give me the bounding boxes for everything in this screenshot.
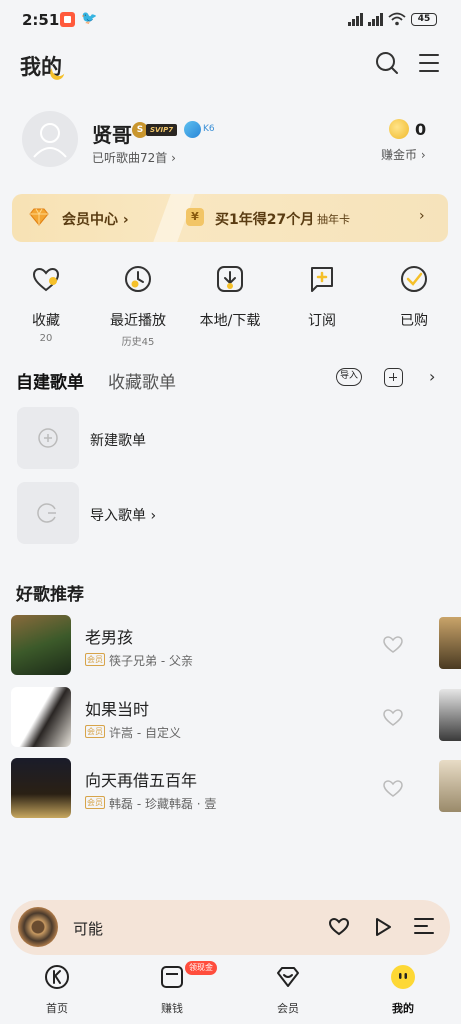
app-notification-icon <box>60 12 75 27</box>
quick-action-sub: 历史45 <box>121 337 155 348</box>
song-title[interactable]: 老男孩 <box>85 624 133 648</box>
mini-player-title[interactable]: 可能 <box>73 918 103 939</box>
cash-badge[interactable]: 领现金 <box>185 961 217 975</box>
chevron-right-icon[interactable]: › <box>419 208 425 224</box>
nav-mine[interactable]: 我的 <box>373 964 433 1016</box>
song-title[interactable]: 如果当时 <box>85 696 149 720</box>
notification-bird-icon: 🐦 <box>81 11 98 26</box>
purchased-icon <box>401 266 427 292</box>
song-cover[interactable] <box>11 615 71 675</box>
status-time: 2:51 <box>22 11 60 29</box>
song-artist: 韩磊 - 珍藏韩磊 · 壹 <box>109 797 217 811</box>
tab-fav-playlists[interactable]: 收藏歌单 <box>108 368 176 393</box>
vip-diamond-icon <box>277 967 299 987</box>
default-avatar-icon <box>33 123 67 158</box>
song-cover[interactable] <box>11 687 71 747</box>
song-artist: 筷子兄弟 - 父亲 <box>109 654 193 668</box>
song-cover[interactable] <box>11 758 71 818</box>
import-playlist-label[interactable]: 导入歌单 › <box>90 505 156 525</box>
battery-indicator: 45 <box>411 12 437 26</box>
nav-label: 我的 <box>392 1002 414 1015</box>
heart-icon <box>32 267 60 292</box>
heart-icon[interactable] <box>382 778 404 798</box>
import-circle-icon <box>37 503 56 523</box>
wifi-icon <box>388 12 406 26</box>
play-icon[interactable] <box>373 916 393 938</box>
coin-count[interactable]: 0 <box>415 120 426 139</box>
subscribe-icon <box>311 267 333 292</box>
vip-center-link[interactable]: 会员中心 › <box>62 209 129 229</box>
nav-label: 首页 <box>46 1002 68 1015</box>
plus-circle-icon <box>38 428 58 448</box>
home-k-icon <box>45 965 69 989</box>
heart-icon[interactable] <box>382 634 404 654</box>
download-icon <box>217 266 243 292</box>
quick-action-sub: 20 <box>39 333 53 344</box>
k-level-icon[interactable] <box>184 121 201 138</box>
vip-tag: 会员 <box>85 653 105 666</box>
add-playlist-button[interactable] <box>384 368 403 387</box>
quick-action-download[interactable]: 本地/下载 <box>190 264 270 330</box>
playlist-icon[interactable] <box>413 916 435 936</box>
svip-badge[interactable]: SVIP7 <box>146 124 178 136</box>
nav-vip[interactable]: 会员 <box>258 964 318 1016</box>
heart-icon[interactable] <box>328 916 350 936</box>
nav-label: 赚钱 <box>161 1002 183 1015</box>
quick-action-subscribe[interactable]: 订阅 <box>282 264 362 330</box>
profile-face-icon <box>391 965 415 989</box>
avatar[interactable] <box>22 111 78 167</box>
nav-label: 会员 <box>277 1002 299 1015</box>
quick-action-recent[interactable]: 最近播放 历史45 <box>98 264 178 348</box>
import-playlist-thumb[interactable] <box>17 482 79 544</box>
song-artist: 许嵩 - 自定义 <box>109 726 181 740</box>
signal-icon <box>368 12 383 26</box>
nav-home[interactable]: 首页 <box>27 964 87 1016</box>
quick-action-label: 本地/下载 <box>199 313 261 329</box>
wallet-icon <box>161 966 183 988</box>
song-cover[interactable] <box>439 760 461 812</box>
earn-coin-link[interactable]: 赚金币 › <box>381 146 426 163</box>
import-button[interactable]: 导入 <box>336 368 362 386</box>
new-playlist-thumb[interactable] <box>17 407 79 469</box>
listen-count-link[interactable]: 已听歌曲72首 › <box>92 149 176 166</box>
heart-icon[interactable] <box>382 707 404 727</box>
quick-action-label: 收藏 <box>32 313 60 329</box>
clock-icon <box>125 266 151 292</box>
new-playlist-label[interactable]: 新建歌单 <box>90 430 146 450</box>
quick-action-label: 已购 <box>400 313 428 329</box>
k-level-badge[interactable]: K6 <box>203 124 215 134</box>
vip-diamond-icon <box>29 208 49 226</box>
username[interactable]: 贤哥 <box>92 119 132 148</box>
vip-promo-text[interactable]: 买1年得27个月 <box>215 209 314 229</box>
chevron-right-icon[interactable]: › <box>429 367 435 386</box>
song-cover[interactable] <box>439 689 461 741</box>
quick-action-purchased[interactable]: 已购 <box>374 264 454 330</box>
yuan-icon: ¥ <box>186 208 204 226</box>
menu-icon[interactable] <box>417 52 441 74</box>
vip-tag: 会员 <box>85 725 105 738</box>
status-indicators: 45 <box>348 12 437 26</box>
coin-icon[interactable] <box>389 119 409 139</box>
song-title[interactable]: 向天再借五百年 <box>85 767 197 791</box>
search-icon[interactable] <box>374 50 400 76</box>
vip-tag: 会员 <box>85 796 105 809</box>
quick-action-label: 订阅 <box>308 313 336 329</box>
signal-icon <box>348 12 363 26</box>
quick-action-favorites[interactable]: 收藏 20 <box>6 264 86 344</box>
tab-own-playlists[interactable]: 自建歌单 <box>16 368 84 393</box>
quick-action-label: 最近播放 <box>110 313 166 329</box>
mini-player-cover[interactable] <box>18 907 58 947</box>
song-cover[interactable] <box>439 617 461 669</box>
vip-promo-subtext[interactable]: 抽年卡 <box>317 211 350 227</box>
recommend-title: 好歌推荐 <box>16 585 84 605</box>
